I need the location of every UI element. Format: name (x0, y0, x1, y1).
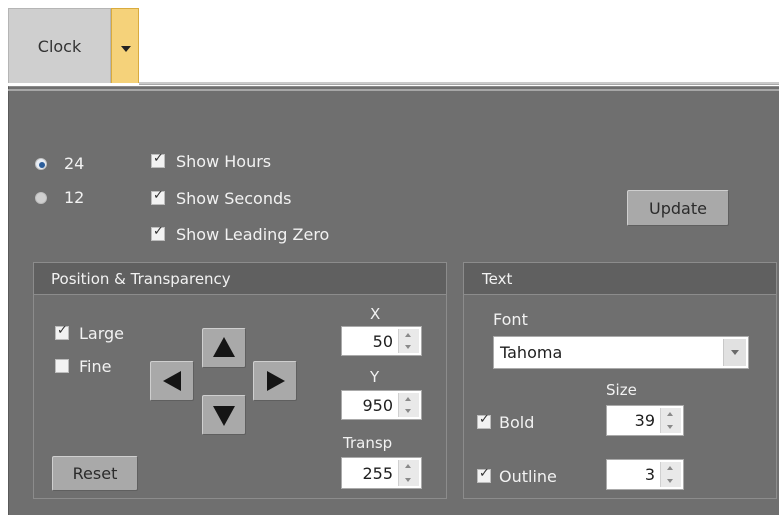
font-select[interactable]: Tahoma (493, 336, 749, 369)
outline-checkbox[interactable] (477, 466, 491, 483)
font-label: Font (493, 310, 528, 329)
large-label: Large (79, 324, 125, 343)
show-leading-zero-checkbox[interactable] (151, 224, 165, 241)
x-value: 50 (372, 331, 393, 351)
x-label: X (370, 305, 381, 323)
radio-12-label: 12 (64, 188, 85, 207)
update-button-label: Update (649, 198, 707, 218)
arrow-left-icon (163, 371, 181, 391)
spin-up-icon (405, 464, 411, 468)
bold-checkbox[interactable] (477, 412, 491, 429)
spin-up-icon (667, 466, 673, 470)
reset-button-label: Reset (72, 464, 118, 483)
font-select-dropdown[interactable] (723, 339, 746, 366)
arrow-up-icon (213, 337, 235, 357)
y-spin-buttons[interactable] (398, 393, 419, 417)
y-label: Y (370, 368, 380, 386)
tab-clock[interactable]: Clock (8, 8, 111, 83)
reset-button[interactable]: Reset (52, 456, 138, 491)
y-value: 950 (362, 395, 393, 415)
show-seconds-checkbox[interactable] (151, 188, 165, 205)
transp-value: 255 (362, 463, 393, 483)
outline-value: 3 (644, 465, 655, 484)
font-select-value: Tahoma (500, 343, 563, 362)
spin-down-icon (405, 409, 411, 413)
fine-label: Fine (79, 357, 112, 376)
panel-top-highlight (8, 89, 779, 91)
radio-24-hour[interactable] (35, 158, 47, 170)
show-seconds-label: Show Seconds (176, 189, 292, 208)
move-left-button[interactable] (150, 361, 194, 401)
radio-24-label: 24 (64, 154, 85, 173)
fine-checkbox[interactable] (55, 359, 69, 373)
spin-down-icon (405, 478, 411, 482)
text-group-title: Text (482, 270, 513, 288)
spin-down-icon (667, 479, 673, 483)
arrow-right-icon (267, 371, 285, 391)
size-label: Size (606, 381, 637, 399)
y-spinbox[interactable]: 950 (341, 390, 422, 420)
show-leading-zero-label: Show Leading Zero (176, 225, 330, 244)
move-right-button[interactable] (253, 361, 297, 401)
chevron-down-icon (731, 350, 739, 355)
arrow-down-icon (213, 406, 235, 426)
move-down-button[interactable] (202, 395, 246, 435)
outline-label: Outline (499, 467, 557, 486)
outline-spinbox[interactable]: 3 (606, 459, 684, 490)
bold-label: Bold (499, 413, 535, 432)
update-button[interactable]: Update (627, 190, 729, 226)
tab-clock-label: Clock (37, 36, 82, 56)
size-spinbox[interactable]: 39 (606, 405, 684, 436)
move-up-button[interactable] (202, 328, 246, 368)
size-spin-buttons[interactable] (660, 408, 681, 433)
spin-down-icon (667, 425, 673, 429)
position-transparency-title: Position & Transparency (51, 270, 231, 288)
x-spin-buttons[interactable] (398, 329, 419, 353)
show-hours-checkbox[interactable] (151, 151, 165, 168)
large-checkbox[interactable] (55, 323, 69, 340)
spin-up-icon (405, 333, 411, 337)
transp-label: Transp (343, 434, 393, 452)
spin-down-icon (405, 345, 411, 349)
x-spinbox[interactable]: 50 (341, 326, 422, 356)
spin-up-icon (667, 412, 673, 416)
radio-12-hour[interactable] (35, 192, 47, 204)
tab-dropdown-button[interactable] (111, 8, 139, 83)
size-value: 39 (634, 411, 655, 430)
transp-spinbox[interactable]: 255 (341, 457, 422, 489)
show-hours-label: Show Hours (176, 152, 272, 171)
transp-spin-buttons[interactable] (398, 460, 419, 486)
tab-strip-divider-shadow (139, 84, 779, 85)
outline-spin-buttons[interactable] (660, 462, 681, 487)
spin-up-icon (405, 397, 411, 401)
chevron-down-icon (121, 46, 131, 52)
